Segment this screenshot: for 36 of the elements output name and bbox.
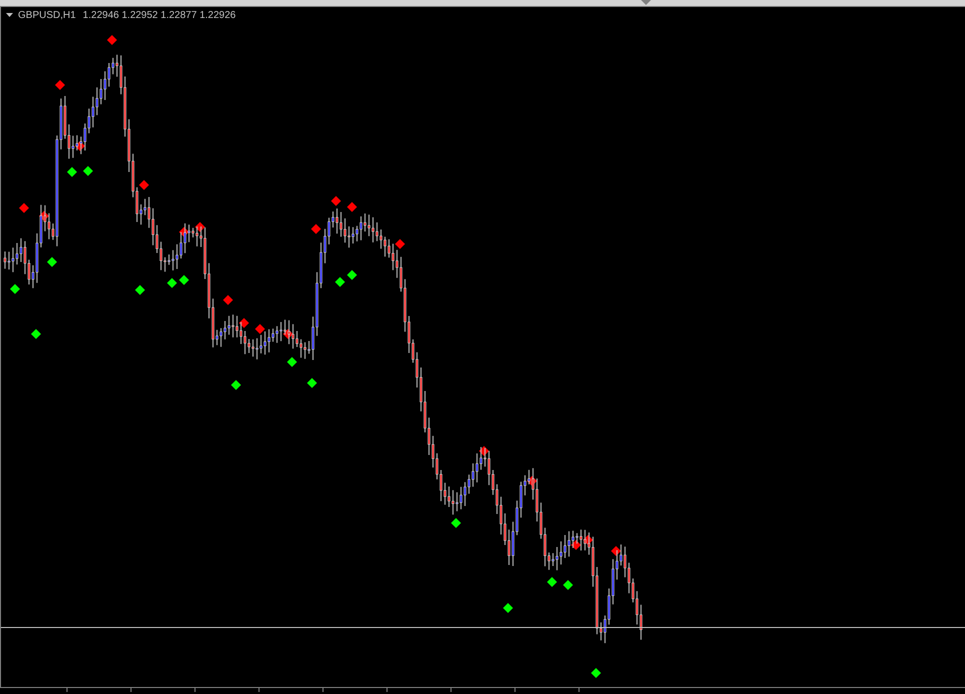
peak-marker-icon	[55, 80, 65, 90]
trough-marker-icon	[347, 270, 357, 280]
peak-marker-icon	[479, 446, 489, 456]
trough-marker-icon	[335, 277, 345, 287]
peak-marker-icon	[139, 180, 149, 190]
peak-marker-icon	[395, 239, 405, 249]
peak-marker-icon	[571, 540, 581, 550]
dropdown-icon[interactable]	[6, 13, 13, 18]
peak-marker-icon	[223, 295, 233, 305]
peak-marker-icon	[331, 196, 341, 206]
trough-marker-icon	[31, 329, 41, 339]
trough-marker-icon	[307, 378, 317, 388]
trough-marker-icon	[547, 577, 557, 587]
peak-marker-icon	[311, 224, 321, 234]
trough-marker-icon	[287, 357, 297, 367]
trough-marker-icon	[47, 257, 57, 267]
peak-marker-icon	[255, 324, 265, 334]
trough-marker-icon	[83, 166, 93, 176]
trough-marker-icon	[503, 603, 513, 613]
peak-marker-icon	[347, 202, 357, 212]
trough-marker-icon	[135, 285, 145, 295]
peak-marker-icon	[239, 318, 249, 328]
peak-marker-icon	[107, 35, 117, 45]
trough-marker-icon	[563, 580, 573, 590]
peak-marker-icon	[611, 546, 621, 556]
symbol-label: GBPUSD,H1	[18, 10, 76, 21]
trough-marker-icon	[10, 284, 20, 294]
peak-marker-icon	[195, 222, 205, 232]
trough-marker-icon	[179, 275, 189, 285]
trough-marker-icon	[231, 380, 241, 390]
peak-marker-icon	[19, 203, 29, 213]
quote-label: 1.22946 1.22952 1.22877 1.22926	[82, 10, 236, 21]
trough-marker-icon	[167, 278, 177, 288]
trough-marker-icon	[591, 668, 601, 678]
trough-marker-icon	[67, 167, 77, 177]
trough-marker-icon	[451, 518, 461, 528]
